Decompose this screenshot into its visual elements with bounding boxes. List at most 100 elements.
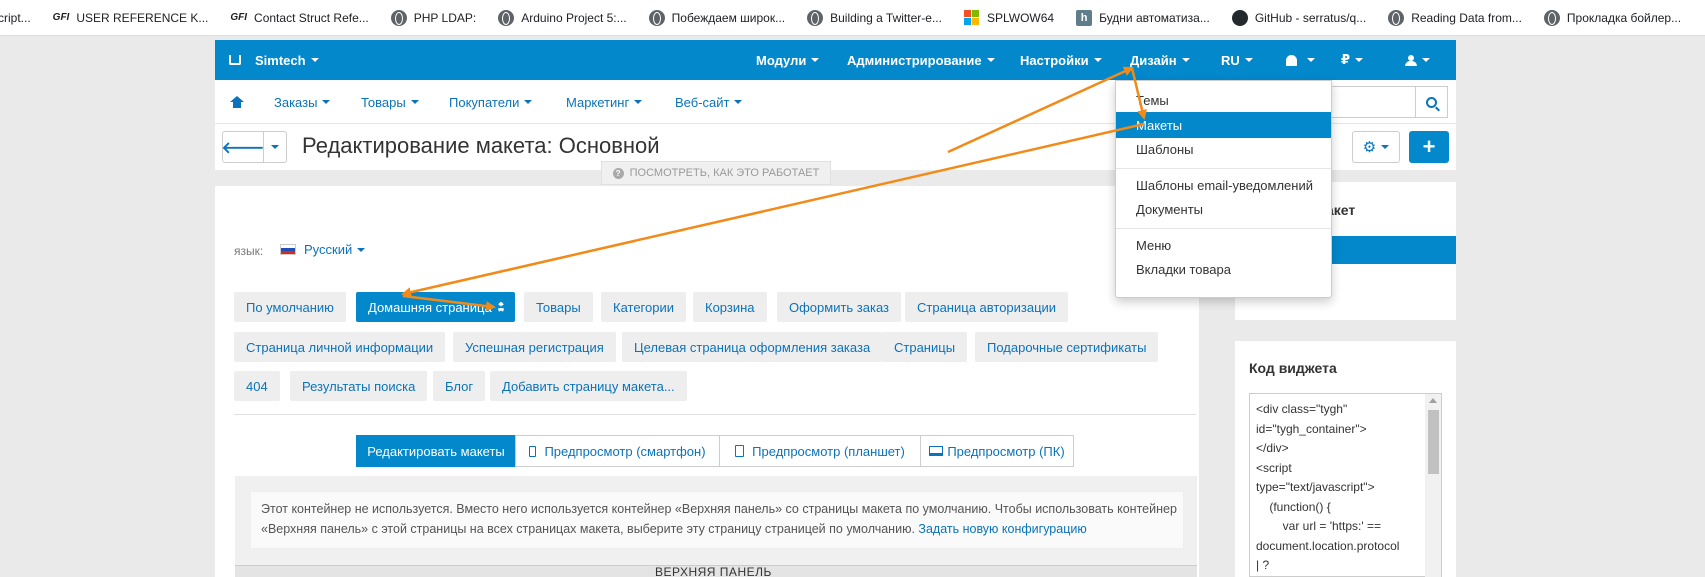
menu-website[interactable]: Веб-сайт: [675, 80, 743, 124]
home-link[interactable]: [230, 80, 244, 124]
menu-item-product-tabs[interactable]: Вкладки товара: [1116, 256, 1331, 282]
menu-item-email-templates[interactable]: Шаблоны email-уведомлений: [1116, 172, 1331, 198]
scroll-up-arrow-icon[interactable]: [1429, 398, 1437, 403]
tab-label: Категории: [613, 299, 674, 315]
menu-administration[interactable]: Администрирование: [847, 40, 995, 80]
layout-tab-profile[interactable]: Страница личной информации: [234, 332, 446, 362]
back-dropdown-button[interactable]: [263, 131, 287, 163]
menu-item-templates[interactable]: Шаблоны: [1116, 136, 1331, 162]
bookmark-5[interactable]: Побеждаем широк...: [648, 9, 785, 26]
layout-tab-checkout[interactable]: Оформить заказ: [777, 292, 902, 322]
currency-switcher[interactable]: ₽: [1341, 40, 1364, 80]
russia-flag-icon: [280, 244, 296, 255]
tab-label: Блог: [445, 378, 474, 394]
layout-tab-home[interactable]: Домашняя страница: [356, 292, 515, 322]
bookmark-2[interactable]: GFI Contact Struct Refe...: [230, 10, 368, 26]
notifications-menu[interactable]: [1286, 40, 1315, 80]
layout-tab-categories[interactable]: Категории: [601, 292, 686, 322]
menu-item-menus[interactable]: Меню: [1116, 232, 1331, 258]
caret-down-icon: [271, 145, 279, 149]
language-select[interactable]: Русский: [280, 242, 366, 257]
new-configuration-link[interactable]: Задать новую конфигурацию: [918, 522, 1086, 536]
bookmark-6[interactable]: Building a Twitter-e...: [807, 9, 942, 26]
preview-phone-button[interactable]: Предпросмотр (смартфон): [515, 435, 720, 467]
caret-down-icon: [734, 100, 743, 104]
layout-tab-checkout-landing[interactable]: Целевая страница оформления заказа: [622, 332, 883, 362]
settings-dropdown-button[interactable]: ⚙: [1352, 131, 1400, 163]
tab-label: Оформить заказ: [789, 299, 890, 315]
bookmark-1[interactable]: GFI USER REFERENCE K...: [53, 10, 209, 26]
layout-tab-404[interactable]: 404: [234, 371, 280, 401]
menu-customers[interactable]: Покупатели: [449, 80, 533, 124]
menu-modules[interactable]: Модули: [756, 40, 820, 80]
language-switcher[interactable]: RU: [1221, 40, 1253, 80]
layout-tab-search-results[interactable]: Результаты поиска: [290, 371, 428, 401]
divider: [1116, 228, 1331, 229]
widget-code-title: Код виджета: [1249, 360, 1337, 376]
user-icon: [1405, 54, 1417, 66]
bookmark-11[interactable]: Прокладка бойлер...: [1543, 9, 1681, 26]
bookmark-7[interactable]: SPLWOW64: [964, 9, 1054, 26]
tab-label: 404: [246, 378, 268, 394]
layout-tab-registration[interactable]: Успешная регистрация: [453, 332, 616, 362]
store-switcher[interactable]: Simtech: [229, 40, 319, 80]
menu-item-themes[interactable]: Темы: [1116, 87, 1331, 113]
caret-down-icon: [1181, 58, 1190, 62]
button-label: Предпросмотр (смартфон): [544, 443, 706, 459]
layout-tab-blog[interactable]: Блог: [433, 371, 486, 401]
caret-down-icon: [1307, 58, 1315, 62]
preview-tablet-button[interactable]: Предпросмотр (планшет): [719, 435, 921, 467]
menu-design[interactable]: Дизайн: [1130, 40, 1190, 80]
menu-item-label: Макеты: [1136, 117, 1183, 133]
caret-down-icon: [1244, 58, 1253, 62]
how-it-works-link[interactable]: ? ПОСМОТРЕТЬ, КАК ЭТО РАБОТАЕТ: [601, 161, 831, 185]
arrow-left-icon: 🡐: [221, 139, 265, 157]
layout-tab-cart[interactable]: Корзина: [693, 292, 767, 322]
bookmark-8[interactable]: h Будни автоматиза...: [1076, 9, 1210, 26]
bookmark-3[interactable]: PHP LDAP:: [390, 9, 476, 26]
gear-icon: ⚙: [1362, 139, 1377, 156]
add-layout-page-button[interactable]: Добавить страницу макета...: [490, 371, 687, 401]
caret-down-icon: [310, 58, 319, 62]
top-panel-label: ВЕРХНЯЯ ПАНЕЛЬ: [655, 565, 772, 577]
menu-item-label: Меню: [1136, 237, 1172, 253]
design-dropdown-menu: Темы Макеты Шаблоны Шаблоны email-уведом…: [1115, 80, 1332, 298]
menu-label: Маркетинг: [566, 94, 630, 110]
back-button[interactable]: 🡐: [222, 131, 264, 163]
caret-down-icon: [1355, 58, 1364, 62]
layout-tab-pages[interactable]: Страницы: [882, 332, 968, 362]
caret-down-icon: [811, 58, 820, 62]
bell-icon: [1286, 54, 1297, 66]
layout-tab-login[interactable]: Страница авторизации: [905, 292, 1069, 322]
bookmark-label: Arduino Project 5:...: [521, 10, 627, 25]
menu-settings[interactable]: Настройки: [1020, 40, 1102, 80]
menu-item-label: Документы: [1136, 201, 1204, 217]
menu-label: Покупатели: [449, 94, 520, 110]
preview-desktop-button[interactable]: Предпросмотр (ПК): [920, 435, 1074, 467]
menu-products[interactable]: Товары: [361, 80, 419, 124]
edit-layouts-button[interactable]: Редактировать макеты: [356, 435, 516, 467]
menu-orders[interactable]: Заказы: [274, 80, 331, 124]
gear-icon[interactable]: [497, 301, 504, 313]
search-button[interactable]: [1415, 86, 1448, 118]
widget-code-textarea[interactable]: <div class="tygh" id="tygh_container"> <…: [1249, 393, 1442, 577]
button-label: Редактировать макеты: [367, 443, 505, 459]
menu-label: Дизайн: [1130, 52, 1177, 68]
menu-label: Модули: [756, 52, 807, 68]
tab-label: Товары: [536, 299, 581, 315]
code-scrollbar-thumb[interactable]: [1428, 410, 1439, 474]
question-icon: ?: [612, 167, 624, 179]
menu-item-layouts[interactable]: Макеты: [1116, 112, 1331, 138]
layout-tab-default[interactable]: По умолчанию: [234, 292, 346, 322]
bookmark-0[interactable]: cript...: [0, 11, 31, 25]
user-menu[interactable]: [1405, 40, 1430, 80]
add-button[interactable]: +: [1409, 131, 1449, 163]
menu-item-documents[interactable]: Документы: [1116, 196, 1331, 222]
tab-label: Добавить страницу макета...: [502, 378, 675, 394]
bookmark-4[interactable]: Arduino Project 5:...: [498, 9, 627, 26]
menu-marketing[interactable]: Маркетинг: [566, 80, 643, 124]
layout-tab-products[interactable]: Товары: [524, 292, 593, 322]
bookmark-9[interactable]: GitHub - serratus/q...: [1231, 9, 1366, 26]
bookmark-10[interactable]: Reading Data from...: [1388, 9, 1522, 26]
layout-tab-gift-certificates[interactable]: Подарочные сертификаты: [975, 332, 1159, 362]
